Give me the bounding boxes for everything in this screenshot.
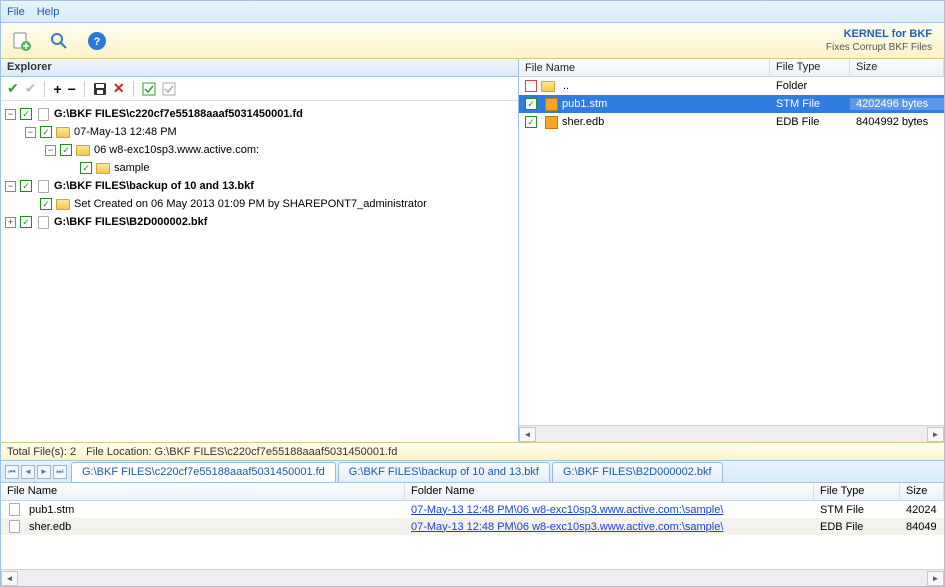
tab-first-icon[interactable]: ⏮ bbox=[5, 465, 19, 479]
file-type-icon bbox=[545, 98, 558, 111]
folder-icon bbox=[56, 197, 70, 211]
tree-node-label[interactable]: 07-May-13 12:48 PM bbox=[74, 126, 177, 138]
collapse-all-button[interactable]: − bbox=[68, 81, 76, 97]
search-button[interactable] bbox=[47, 29, 71, 53]
status-bar: Total File(s): 2 File Location: G:\BKF F… bbox=[1, 442, 944, 460]
checklist-gray-icon[interactable] bbox=[162, 82, 176, 96]
brand-logo: KERNEL for BKF Fixes Corrupt BKF Files bbox=[826, 25, 932, 53]
checkbox-icon[interactable]: ✓ bbox=[80, 162, 92, 174]
col-foldername[interactable]: Folder Name bbox=[405, 483, 814, 500]
scroll-right-icon[interactable]: ► bbox=[927, 427, 944, 442]
check-green-icon[interactable]: ✔ bbox=[7, 80, 19, 97]
file-icon bbox=[36, 107, 50, 121]
scroll-left-icon[interactable]: ◄ bbox=[1, 571, 18, 586]
results-row[interactable]: pub1.stm 07-May-13 12:48 PM\06 w8-exc10s… bbox=[1, 501, 944, 518]
checkbox-icon[interactable]: ✓ bbox=[20, 108, 32, 120]
col-filename[interactable]: File Name bbox=[1, 483, 405, 500]
folder-link[interactable]: 07-May-13 12:48 PM\06 w8-exc10sp3.www.ac… bbox=[411, 521, 723, 533]
results-row[interactable]: sher.edb 07-May-13 12:48 PM\06 w8-exc10s… bbox=[1, 518, 944, 535]
file-icon bbox=[36, 215, 50, 229]
tree-node-label[interactable]: G:\BKF FILES\B2D000002.bkf bbox=[54, 216, 207, 228]
checkbox-icon[interactable]: ✓ bbox=[525, 116, 537, 128]
checkbox-icon[interactable]: ✓ bbox=[60, 144, 72, 156]
file-icon bbox=[7, 520, 21, 534]
status-location: File Location: G:\BKF FILES\c220cf7e5518… bbox=[86, 446, 397, 458]
folder-icon bbox=[76, 143, 90, 157]
svg-text:?: ? bbox=[94, 36, 101, 48]
checkbox-icon[interactable]: ✓ bbox=[40, 126, 52, 138]
tree-node-label[interactable]: G:\BKF FILES\backup of 10 and 13.bkf bbox=[54, 180, 254, 192]
tree-node-label[interactable]: sample bbox=[114, 162, 149, 174]
folder-icon bbox=[56, 125, 70, 139]
status-total: Total File(s): 2 bbox=[7, 446, 76, 458]
folder-link[interactable]: 07-May-13 12:48 PM\06 w8-exc10sp3.www.ac… bbox=[411, 504, 723, 516]
file-list-header: File Name File Type Size bbox=[519, 59, 944, 77]
results-grid: File Name Folder Name File Type Size pub… bbox=[1, 482, 944, 586]
expander-icon[interactable]: − bbox=[5, 181, 16, 192]
file-icon bbox=[36, 179, 50, 193]
checkbox-icon[interactable]: ✓ bbox=[20, 216, 32, 228]
file-type-icon bbox=[545, 116, 558, 129]
expander-icon[interactable]: + bbox=[5, 217, 16, 228]
add-file-button[interactable] bbox=[9, 29, 33, 53]
horizontal-scrollbar[interactable]: ◄ ► bbox=[1, 569, 944, 586]
tree-node-label[interactable]: 06 w8-exc10sp3.www.active.com: bbox=[94, 144, 259, 156]
expander-icon[interactable]: − bbox=[45, 145, 56, 156]
folder-icon bbox=[96, 161, 110, 175]
delete-button[interactable]: ✕ bbox=[113, 80, 125, 97]
tab-item[interactable]: G:\BKF FILES\B2D000002.bkf bbox=[552, 462, 723, 482]
file-list-pane: File Name File Type Size .. Folder ✓pub1… bbox=[519, 59, 944, 442]
folder-icon bbox=[541, 79, 555, 93]
up-icon bbox=[525, 80, 537, 92]
tab-prev-icon[interactable]: ◄ bbox=[21, 465, 35, 479]
main-panes: Explorer ✔ ✔ + − ✕ − ✓ G:\BKF FILES\c220… bbox=[1, 59, 944, 442]
menu-help[interactable]: Help bbox=[37, 6, 60, 18]
results-header: File Name Folder Name File Type Size bbox=[1, 483, 944, 501]
file-list-body[interactable]: .. Folder ✓pub1.stm STM File 4202496 byt… bbox=[519, 77, 944, 425]
expander-icon[interactable]: − bbox=[25, 127, 36, 138]
results-body[interactable]: pub1.stm 07-May-13 12:48 PM\06 w8-exc10s… bbox=[1, 501, 944, 569]
tab-item[interactable]: G:\BKF FILES\backup of 10 and 13.bkf bbox=[338, 462, 550, 482]
checkbox-icon[interactable]: ✓ bbox=[40, 198, 52, 210]
tab-strip: ⏮ ◄ ► ⏭ G:\BKF FILES\c220cf7e55188aaaf50… bbox=[1, 460, 944, 482]
file-icon bbox=[7, 503, 21, 517]
checkbox-icon[interactable]: ✓ bbox=[525, 98, 537, 110]
tree-node-label[interactable]: G:\BKF FILES\c220cf7e55188aaaf5031450001… bbox=[54, 108, 303, 120]
tree-view[interactable]: − ✓ G:\BKF FILES\c220cf7e55188aaaf503145… bbox=[1, 101, 518, 442]
check-gray-icon[interactable]: ✔ bbox=[25, 80, 37, 97]
help-button[interactable]: ? bbox=[85, 29, 109, 53]
main-toolbar: ? KERNEL for BKF Fixes Corrupt BKF Files bbox=[1, 23, 944, 59]
tab-next-icon[interactable]: ► bbox=[37, 465, 51, 479]
list-row[interactable]: ✓sher.edb EDB File 8404992 bytes bbox=[519, 113, 944, 131]
list-row-up[interactable]: .. Folder bbox=[519, 77, 944, 95]
explorer-title: Explorer bbox=[1, 59, 518, 77]
tree-toolbar: ✔ ✔ + − ✕ bbox=[1, 77, 518, 101]
scroll-left-icon[interactable]: ◄ bbox=[519, 427, 536, 442]
col-size[interactable]: Size bbox=[850, 59, 944, 76]
col-filetype[interactable]: File Type bbox=[814, 483, 900, 500]
col-filename[interactable]: File Name bbox=[519, 59, 770, 76]
list-row[interactable]: ✓pub1.stm STM File 4202496 bytes bbox=[519, 95, 944, 113]
tab-last-icon[interactable]: ⏭ bbox=[53, 465, 67, 479]
explorer-pane: Explorer ✔ ✔ + − ✕ − ✓ G:\BKF FILES\c220… bbox=[1, 59, 519, 442]
expand-all-button[interactable]: + bbox=[53, 81, 61, 97]
tab-item[interactable]: G:\BKF FILES\c220cf7e55188aaaf5031450001… bbox=[71, 462, 336, 482]
col-filetype[interactable]: File Type bbox=[770, 59, 850, 76]
col-size[interactable]: Size bbox=[900, 483, 944, 500]
horizontal-scrollbar[interactable]: ◄ ► bbox=[519, 425, 944, 442]
expander-icon[interactable]: − bbox=[5, 109, 16, 120]
tree-node-label[interactable]: Set Created on 06 May 2013 01:09 PM by S… bbox=[74, 198, 427, 210]
save-button[interactable] bbox=[93, 82, 107, 96]
checklist-green-icon[interactable] bbox=[142, 82, 156, 96]
tab-nav-buttons: ⏮ ◄ ► ⏭ bbox=[5, 465, 67, 479]
menu-bar: File Help bbox=[1, 1, 944, 23]
checkbox-icon[interactable]: ✓ bbox=[20, 180, 32, 192]
menu-file[interactable]: File bbox=[7, 6, 25, 18]
scroll-right-icon[interactable]: ► bbox=[927, 571, 944, 586]
